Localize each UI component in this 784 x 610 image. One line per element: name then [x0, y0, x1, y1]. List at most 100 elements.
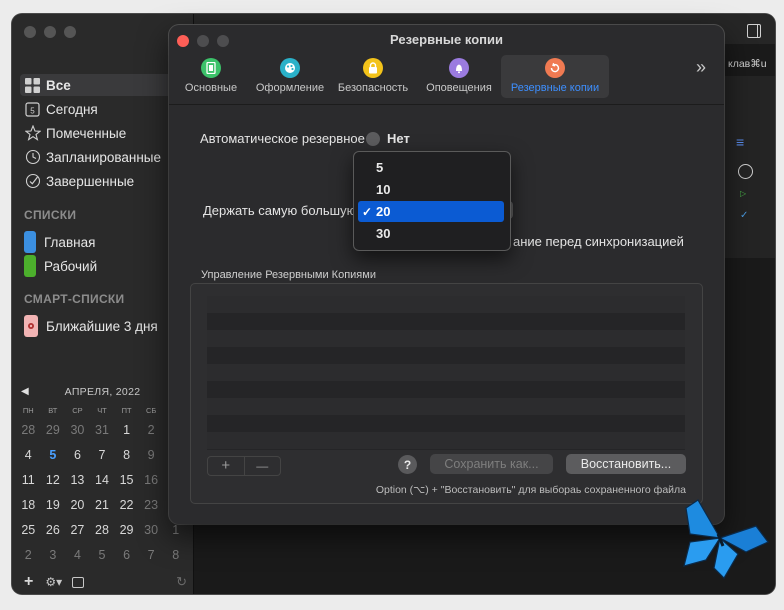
grid-icon	[24, 77, 41, 94]
tab-appearance[interactable]: Оформление	[249, 55, 331, 98]
calendar-day[interactable]: 28	[90, 518, 115, 543]
save-as-button[interactable]: Сохранить как...	[430, 454, 553, 474]
sidebar-toggle-icon[interactable]	[747, 24, 761, 38]
dialog-title: Резервные копии	[390, 32, 503, 47]
list-color-bar	[24, 255, 36, 277]
sidebar-item-all[interactable]: Все	[20, 74, 189, 96]
calendar-day[interactable]: 7	[139, 543, 164, 568]
lists-header: СПИСКИ	[24, 208, 77, 222]
sidebar-item-completed[interactable]: Завершенные	[24, 170, 134, 192]
dropdown-option[interactable]: 5	[358, 157, 504, 178]
calendar-day[interactable]: 23	[139, 493, 164, 518]
tab-label: Основные	[184, 82, 238, 94]
checkmark-icon: ✓	[361, 204, 373, 219]
calendar-day[interactable]: 26	[41, 518, 66, 543]
tab-general[interactable]: Основные	[181, 55, 241, 98]
sort-icon[interactable]: ≡	[736, 134, 744, 150]
remove-backup-button[interactable]: —	[245, 457, 281, 475]
calendar-day[interactable]: 29	[114, 518, 139, 543]
dropdown-option-label: 10	[376, 182, 391, 197]
dropdown-option[interactable]: ✓ 20	[358, 201, 504, 222]
calendar-day[interactable]: 27	[65, 518, 90, 543]
gear-icon	[24, 315, 38, 337]
auto-backup-toggle[interactable]	[366, 132, 380, 146]
minimize-window-button[interactable]	[44, 26, 56, 38]
auto-backup-value: Нет	[387, 131, 410, 146]
zoom-window-button[interactable]	[64, 26, 76, 38]
calendar-day[interactable]: 3	[41, 543, 66, 568]
calendar-day[interactable]: 22	[114, 493, 139, 518]
calendar-day[interactable]: 8	[163, 543, 188, 568]
divider	[169, 104, 724, 105]
calendar-day[interactable]: 28	[16, 418, 41, 443]
sync-icon[interactable]: ↻	[176, 574, 187, 590]
tab-notifications[interactable]: Оповещения	[421, 55, 497, 98]
gauge-icon[interactable]	[738, 164, 753, 179]
settings-menu-icon[interactable]: ⚙▾	[45, 575, 62, 589]
search-hint: клав⌘u	[728, 58, 767, 70]
close-window-button[interactable]	[24, 26, 36, 38]
calendar-day[interactable]: 25	[16, 518, 41, 543]
mini-calendar: ПНВТСРЧТПТСБВС 2829303112345678910111213…	[16, 406, 188, 568]
list-color-bar	[24, 231, 36, 253]
preferences-dialog: Резервные копии Основные Оформление Безо…	[169, 25, 724, 524]
checkmark-icon: ✓	[740, 210, 749, 221]
help-button[interactable]: ?	[398, 455, 417, 474]
calendar-day[interactable]: 5	[41, 443, 66, 468]
calendar-day[interactable]: 7	[90, 443, 115, 468]
butterfly-icon	[683, 499, 769, 579]
tab-backups[interactable]: Резервные копии	[501, 55, 609, 98]
more-tabs-icon[interactable]: »	[696, 57, 706, 78]
smart-list-next-3-days[interactable]: Ближайшие 3 дня	[24, 314, 158, 338]
calendar-day[interactable]: 16	[139, 468, 164, 493]
calendar-day[interactable]: 5	[90, 543, 115, 568]
calendar-day[interactable]: 21	[90, 493, 115, 518]
calendar-day[interactable]: 8	[114, 443, 139, 468]
sidebar: Все 5 Сегодня Помеченные Запланированные…	[12, 14, 194, 594]
list-item-main[interactable]: Главная	[24, 230, 95, 254]
calendar-weekday: ПН	[22, 406, 34, 415]
general-icon	[201, 58, 221, 78]
calendar-day[interactable]: 4	[16, 443, 41, 468]
calendar-day[interactable]: 2	[16, 543, 41, 568]
list-item-work[interactable]: Рабочий	[24, 254, 97, 278]
calendar-day[interactable]: 30	[139, 518, 164, 543]
tab-label: Оповещения	[426, 82, 492, 94]
calendar-day[interactable]: 18	[16, 493, 41, 518]
calendar-day[interactable]: 4	[65, 543, 90, 568]
sidebar-item-today[interactable]: 5 Сегодня	[24, 98, 98, 120]
calendar-toggle-icon[interactable]	[72, 576, 85, 588]
calendar-day[interactable]: 19	[41, 493, 66, 518]
calendar-day[interactable]: 6	[114, 543, 139, 568]
tab-security[interactable]: Безопасность	[333, 55, 413, 98]
dropdown-option[interactable]: 30	[358, 223, 504, 244]
sidebar-item-flagged[interactable]: Помеченные	[24, 122, 126, 144]
keep-count-label: Держать самую большую	[203, 203, 357, 218]
calendar-day[interactable]: 15	[114, 468, 139, 493]
dropdown-option[interactable]: 10	[358, 179, 504, 200]
dropdown-option-label: 30	[376, 226, 391, 241]
restore-button[interactable]: Восстановить...	[566, 454, 686, 474]
calendar-day[interactable]: 14	[90, 468, 115, 493]
backup-list[interactable]	[207, 296, 685, 450]
add-icon[interactable]: +	[24, 573, 33, 591]
calendar-day[interactable]: 29	[41, 418, 66, 443]
calendar-day[interactable]: 2	[139, 418, 164, 443]
calendar-day[interactable]: 9	[139, 443, 164, 468]
calendar-day[interactable]: 20	[65, 493, 90, 518]
add-backup-button[interactable]: +	[208, 457, 245, 475]
tab-label: Безопасность	[337, 82, 409, 94]
sidebar-item-scheduled[interactable]: Запланированные	[24, 146, 161, 168]
smart-list-label: Ближайшие 3 дня	[46, 318, 158, 334]
calendar-day[interactable]: 1	[114, 418, 139, 443]
check-circle-icon	[24, 173, 41, 190]
keep-count-dropdown: 5 10 ✓ 20 30	[353, 151, 511, 251]
list-item-label: Рабочий	[44, 258, 98, 274]
calendar-day[interactable]: 31	[90, 418, 115, 443]
calendar-day[interactable]: 13	[65, 468, 90, 493]
calendar-day[interactable]: 12	[41, 468, 66, 493]
calendar-day[interactable]: 6	[65, 443, 90, 468]
calendar-day[interactable]: 30	[65, 418, 90, 443]
calendar-day[interactable]: 11	[16, 468, 41, 493]
tab-label: Оформление	[255, 82, 325, 94]
